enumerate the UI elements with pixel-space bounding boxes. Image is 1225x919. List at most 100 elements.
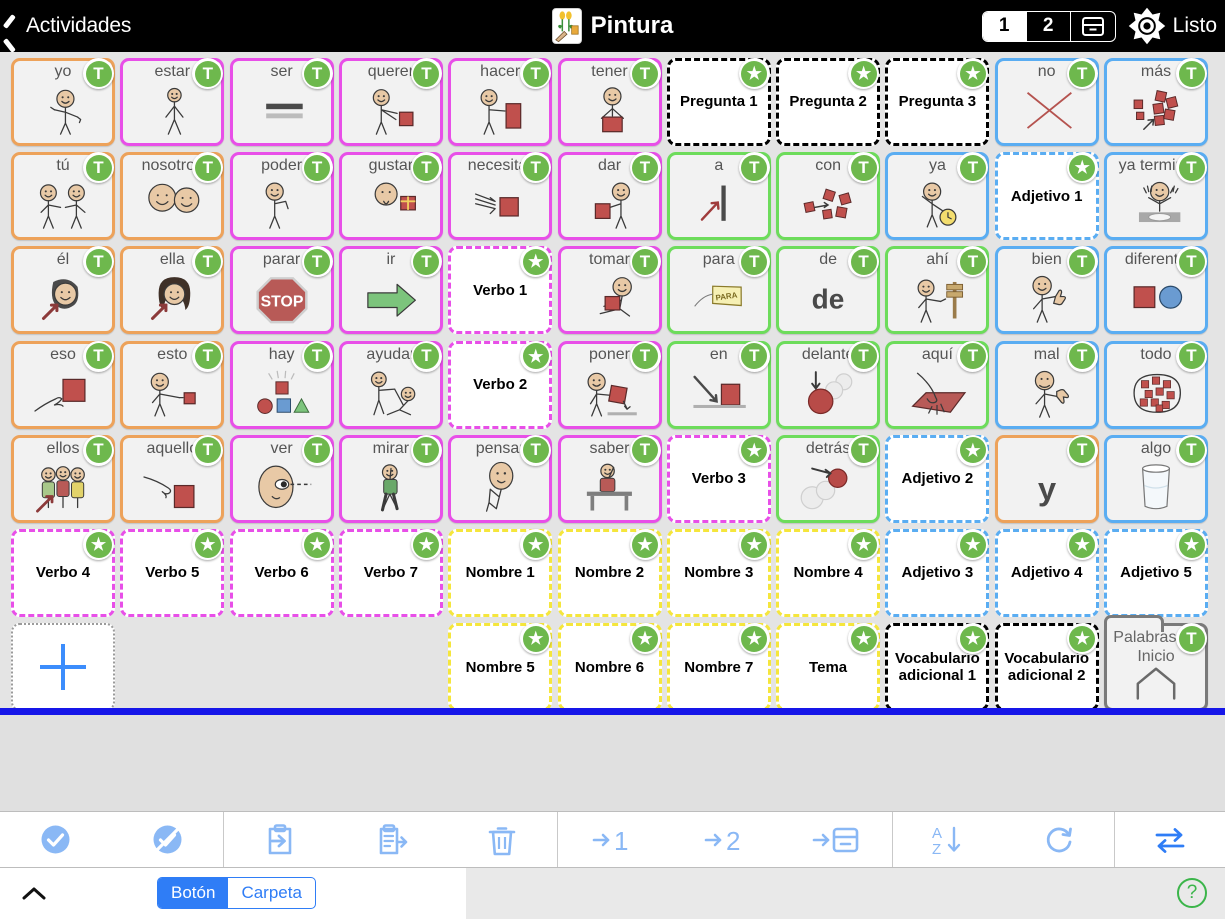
word-button-necesitar[interactable]: necesitar T xyxy=(448,152,553,241)
button-surface[interactable]: Verbo 4 ★ xyxy=(11,529,115,617)
word-button-no[interactable]: no T xyxy=(994,58,1099,146)
word-button-parar[interactable]: parar STOP T xyxy=(229,246,334,335)
word-button-ayudar[interactable]: ayudar T xyxy=(338,340,443,429)
placeholder-button-verbo-3[interactable]: Verbo 3 ★ xyxy=(666,434,771,523)
button-surface[interactable]: Pregunta 3 ★ xyxy=(885,58,990,146)
button-surface[interactable]: ahí T xyxy=(885,246,990,335)
placeholder-button-verbo-1[interactable]: Verbo 1 ★ xyxy=(448,246,553,335)
select-all-button[interactable] xyxy=(0,812,112,867)
word-button-bien[interactable]: bien T xyxy=(994,246,1099,335)
button-surface[interactable]: nosotros T xyxy=(120,152,225,241)
word-button-ya[interactable]: ya T xyxy=(885,152,990,241)
button-surface[interactable]: Adjetivo 1 ★ xyxy=(994,152,1099,241)
word-button-ellos[interactable]: ellos T xyxy=(11,434,115,523)
word-button-pensar[interactable]: pensar T xyxy=(448,434,553,523)
button-surface[interactable]: detrás T xyxy=(776,434,881,523)
word-button-saber[interactable]: saber T xyxy=(557,434,662,523)
word-button-ahí[interactable]: ahí T xyxy=(885,246,990,335)
button-surface[interactable]: algo T xyxy=(1104,434,1208,523)
gear-icon[interactable] xyxy=(1128,7,1166,45)
button-surface[interactable]: Verbo 1 ★ xyxy=(448,246,553,335)
storage-box-segment[interactable] xyxy=(1071,12,1115,41)
button-surface[interactable]: poder T xyxy=(229,152,334,241)
button-surface[interactable]: Adjetivo 2 ★ xyxy=(885,434,990,523)
move-to-page-2-button[interactable]: 2 xyxy=(670,812,782,867)
swap-button[interactable] xyxy=(1115,812,1225,867)
move-to-page-1-button[interactable]: 1 xyxy=(558,812,670,867)
button-surface[interactable]: poner T xyxy=(557,340,662,429)
word-button-eso[interactable]: eso T xyxy=(11,340,115,429)
word-button-más[interactable]: más T xyxy=(1104,58,1208,146)
deselect-all-button[interactable] xyxy=(112,812,224,867)
placeholder-button-adjetivo-3[interactable]: Adjetivo 3 ★ xyxy=(885,529,990,617)
placeholder-button-tema[interactable]: Tema ★ xyxy=(776,623,881,712)
button-surface[interactable]: aquí T xyxy=(885,340,990,429)
placeholder-button-adjetivo-5[interactable]: Adjetivo 5 ★ xyxy=(1104,529,1208,617)
folder-shape[interactable]: Palabras de Inicio T xyxy=(1103,615,1208,712)
word-button-a[interactable]: aT xyxy=(666,152,771,241)
button-surface[interactable]: ya terminé T xyxy=(1104,152,1208,241)
button-surface[interactable]: eso T xyxy=(11,340,115,429)
button-surface[interactable]: Adjetivo 5 ★ xyxy=(1104,529,1208,617)
button-surface[interactable]: ver T xyxy=(229,434,334,523)
button-surface[interactable]: ya T xyxy=(885,152,990,241)
word-button-algo[interactable]: algo T xyxy=(1104,434,1208,523)
button-surface[interactable]: Nombre 6 ★ xyxy=(557,623,662,712)
button-surface[interactable]: necesitar T xyxy=(448,152,553,241)
button-surface[interactable]: estar T xyxy=(120,58,225,146)
word-button-con[interactable]: con T xyxy=(776,152,881,241)
word-button-ya-terminé[interactable]: ya terminé T xyxy=(1104,152,1208,241)
word-button-y[interactable]: yT xyxy=(994,434,1099,523)
word-button-hacer[interactable]: hacer T xyxy=(448,58,553,146)
button-surface[interactable]: Verbo 5 ★ xyxy=(120,529,225,617)
folder-button-palabras-de-inicio[interactable]: Palabras de Inicio T xyxy=(1103,615,1208,712)
button-surface[interactable]: hay T xyxy=(229,340,334,429)
placeholder-button-adjetivo-1[interactable]: Adjetivo 1 ★ xyxy=(994,152,1099,241)
word-button-yo[interactable]: yo T xyxy=(11,58,115,146)
word-button-mal[interactable]: mal T xyxy=(994,340,1099,429)
placeholder-button-nombre-2[interactable]: Nombre 2 ★ xyxy=(557,529,662,617)
page-2-segment[interactable]: 2 xyxy=(1027,11,1071,41)
button-surface[interactable]: él T xyxy=(11,246,115,335)
word-button-de[interactable]: de de T xyxy=(776,246,881,335)
button-surface[interactable]: con T xyxy=(776,152,881,241)
help-button[interactable]: ? xyxy=(1177,878,1207,908)
import-button[interactable] xyxy=(224,812,336,867)
button-surface[interactable]: ser T xyxy=(229,58,334,146)
button-surface[interactable]: pensar T xyxy=(448,434,553,523)
word-button-querer[interactable]: querer T xyxy=(338,58,443,146)
word-button-nosotros[interactable]: nosotros T xyxy=(120,152,225,241)
back-button[interactable]: Actividades xyxy=(8,14,131,38)
word-button-delante[interactable]: delante T xyxy=(776,340,881,429)
button-surface[interactable]: para PARA T xyxy=(666,246,771,335)
placeholder-button-adjetivo-4[interactable]: Adjetivo 4 ★ xyxy=(994,529,1099,617)
word-button-aquello[interactable]: aquello T xyxy=(120,434,225,523)
button-surface[interactable]: ir T xyxy=(338,246,443,335)
word-button-poner[interactable]: poner T xyxy=(557,340,662,429)
button-surface[interactable]: diferente T xyxy=(1104,246,1208,335)
button-surface[interactable]: Vocabulario adicional 1 ★ xyxy=(885,623,990,712)
button-surface[interactable]: Nombre 5 ★ xyxy=(448,623,553,712)
placeholder-button-verbo-5[interactable]: Verbo 5 ★ xyxy=(120,529,225,617)
placeholder-button-nombre-7[interactable]: Nombre 7 ★ xyxy=(666,623,771,712)
ready-button[interactable]: Listo xyxy=(1173,14,1217,38)
button-surface[interactable]: saber T xyxy=(557,434,662,523)
word-button-ver[interactable]: ver T xyxy=(229,434,334,523)
button-surface[interactable]: delante T xyxy=(776,340,881,429)
page-1-segment[interactable]: 1 xyxy=(982,11,1027,41)
placeholder-button-nombre-5[interactable]: Nombre 5 ★ xyxy=(448,623,553,712)
word-button-hay[interactable]: hay T xyxy=(229,340,334,429)
sort-az-button[interactable]: A Z xyxy=(893,812,1004,867)
button-surface[interactable]: yo T xyxy=(11,58,115,146)
word-button-él[interactable]: él T xyxy=(11,246,115,335)
button-surface[interactable]: en T xyxy=(666,340,771,429)
placeholder-button-pregunta-2[interactable]: Pregunta 2 ★ xyxy=(776,58,881,146)
button-surface[interactable]: mirar T xyxy=(338,434,443,523)
word-button-mirar[interactable]: mirar T xyxy=(338,434,443,523)
page-selector-segmented-control[interactable]: 1 2 xyxy=(981,10,1116,42)
button-surface[interactable]: todo T xyxy=(1104,340,1208,429)
word-button-poder[interactable]: poder T xyxy=(229,152,334,241)
export-button[interactable] xyxy=(336,812,448,867)
button-surface[interactable]: Nombre 4 ★ xyxy=(776,529,881,617)
button-surface[interactable]: hacer T xyxy=(448,58,553,146)
